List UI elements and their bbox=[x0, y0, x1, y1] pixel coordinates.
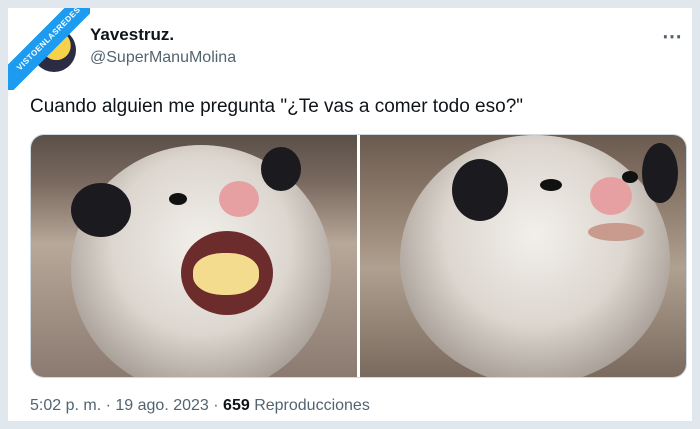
opossum-mouth bbox=[588, 223, 644, 241]
apple-piece bbox=[193, 253, 259, 295]
meta-separator: · bbox=[105, 397, 111, 414]
opossum-ear bbox=[261, 147, 301, 191]
meta-separator: · bbox=[213, 397, 219, 414]
tweet-date[interactable]: 19 ago. 2023 bbox=[115, 397, 208, 414]
tweet-time[interactable]: 5:02 p. m. bbox=[30, 397, 101, 414]
watermark-label: VISTOENLASREDES bbox=[8, 8, 90, 90]
opossum-eye bbox=[540, 179, 562, 191]
author-name[interactable]: Yavestruz. bbox=[90, 25, 174, 45]
author-handle[interactable]: @SuperManuMolina bbox=[90, 49, 236, 67]
tweet-card: VISTOENLASREDES Yavestruz. @SuperManuMol… bbox=[0, 0, 700, 429]
opossum-ear bbox=[71, 183, 131, 237]
opossum-nose bbox=[590, 177, 632, 215]
views-label: Reproducciones bbox=[254, 397, 370, 414]
opossum-ear bbox=[452, 159, 508, 221]
opossum-ear bbox=[642, 143, 678, 203]
media-grid[interactable] bbox=[30, 134, 687, 378]
watermark-ribbon: VISTOENLASREDES bbox=[8, 8, 90, 90]
photo-left[interactable] bbox=[31, 135, 357, 377]
photo-right[interactable] bbox=[360, 135, 686, 377]
tweet-text: Cuando alguien me pregunta "¿Te vas a co… bbox=[30, 96, 524, 117]
views-count: 659 bbox=[223, 397, 250, 414]
opossum-eye bbox=[169, 193, 187, 205]
opossum-nose bbox=[219, 181, 259, 217]
tweet-meta: 5:02 p. m. · 19 ago. 2023 · 659 Reproduc… bbox=[30, 397, 370, 415]
more-options-icon[interactable]: ⋯ bbox=[662, 24, 683, 49]
